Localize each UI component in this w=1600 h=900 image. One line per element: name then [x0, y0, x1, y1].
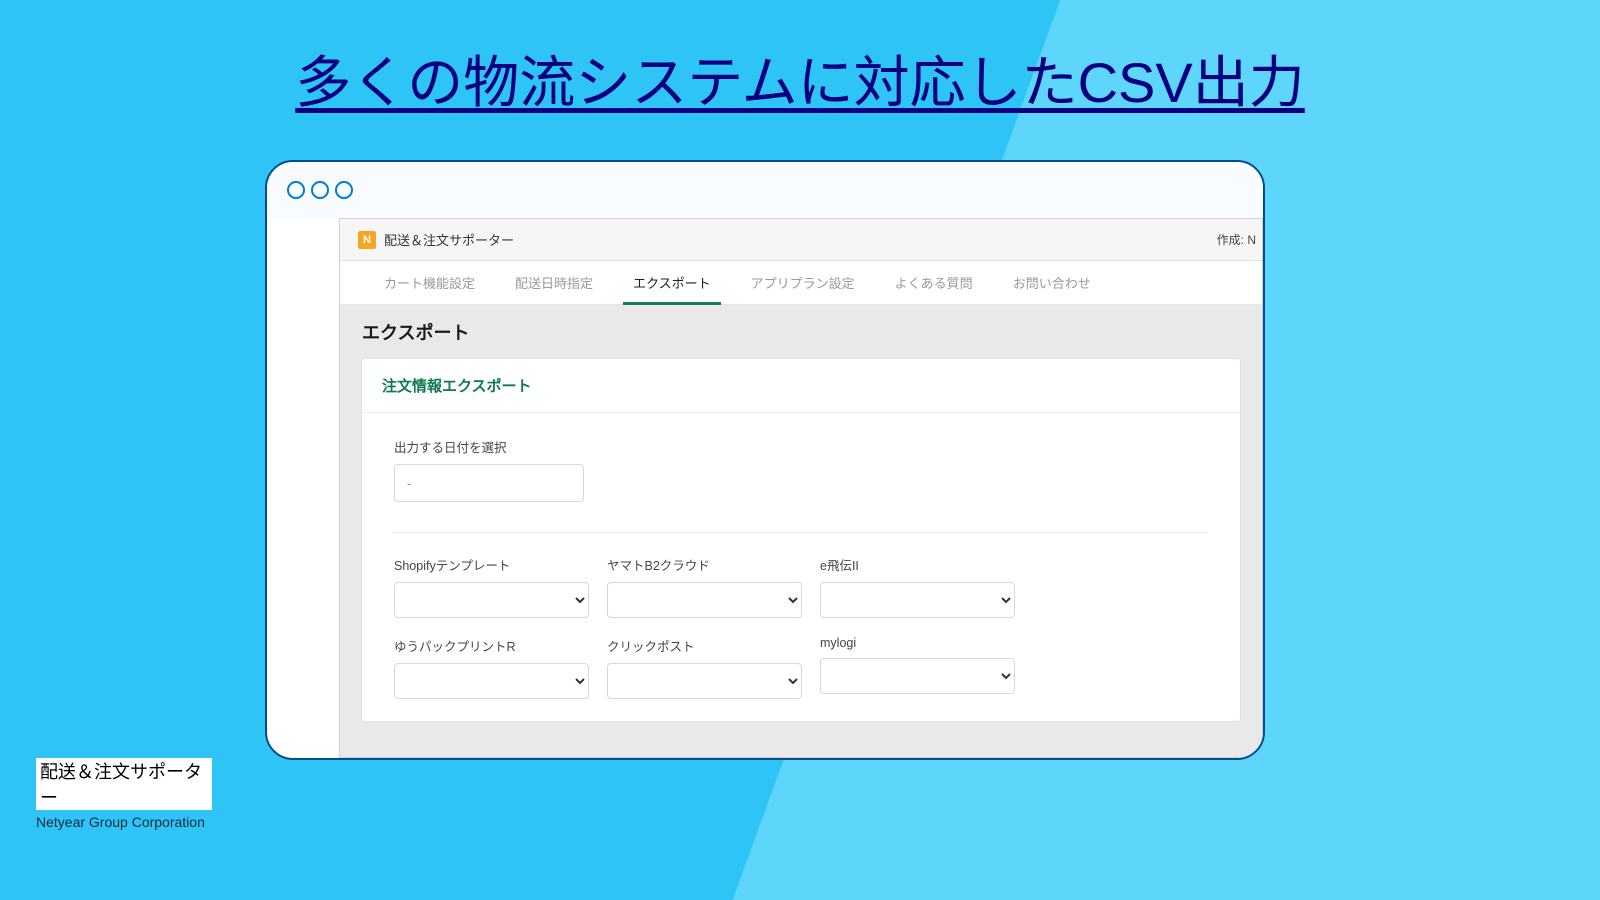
- tab-cart-settings[interactable]: カート機能設定: [380, 261, 479, 304]
- tab-bar: カート機能設定 配送日時指定 エクスポート アプリプラン設定 よくある質問 お問…: [340, 261, 1262, 305]
- app-name: 配送＆注文サポーター: [384, 230, 514, 249]
- page-title: 多くの物流システムに対応したCSV出力: [0, 38, 1600, 119]
- footer-company-name: Netyear Group Corporation: [36, 814, 226, 830]
- label-yupack: ゆうパックプリントR: [394, 636, 589, 655]
- select-yupack[interactable]: [394, 663, 589, 699]
- window-dot-icon: [287, 181, 305, 199]
- footer-product-name: 配送＆注文サポーター: [36, 758, 212, 810]
- export-card: 注文情報エクスポート 出力する日付を選択 - Shopifyテンプレート ヤマト…: [362, 359, 1240, 721]
- tab-export[interactable]: エクスポート: [629, 261, 715, 304]
- template-grid: Shopifyテンプレート ヤマトB2クラウド e飛伝II ゆうパックプリントR: [394, 555, 1208, 699]
- label-yamato: ヤマトB2クラウド: [607, 555, 802, 574]
- date-input[interactable]: -: [394, 464, 584, 502]
- tab-faq[interactable]: よくある質問: [891, 261, 977, 304]
- window-titlebar: [267, 162, 1263, 218]
- footer-brand: 配送＆注文サポーター Netyear Group Corporation: [36, 758, 226, 830]
- date-label: 出力する日付を選択: [394, 437, 1208, 456]
- label-clickpost: クリックポスト: [607, 636, 802, 655]
- tab-delivery-date[interactable]: 配送日時指定: [511, 261, 597, 304]
- label-shopify: Shopifyテンプレート: [394, 555, 589, 574]
- app-logo-icon: N: [358, 231, 376, 249]
- select-yamato[interactable]: [607, 582, 802, 618]
- page-heading: エクスポート: [340, 305, 1262, 359]
- app-frame: N 配送＆注文サポーター 作成: N カート機能設定 配送日時指定 エクスポート…: [339, 218, 1263, 758]
- select-clickpost[interactable]: [607, 663, 802, 699]
- card-body: 出力する日付を選択 - Shopifyテンプレート ヤマトB2クラウド e飛伝I…: [362, 413, 1240, 721]
- divider: [394, 532, 1208, 533]
- tab-contact[interactable]: お問い合わせ: [1009, 261, 1095, 304]
- select-shopify[interactable]: [394, 582, 589, 618]
- select-ehiden[interactable]: [820, 582, 1015, 618]
- select-mylogi[interactable]: [820, 658, 1015, 694]
- card-title: 注文情報エクスポート: [362, 359, 1240, 413]
- browser-window: N 配送＆注文サポーター 作成: N カート機能設定 配送日時指定 エクスポート…: [265, 160, 1265, 760]
- window-dot-icon: [311, 181, 329, 199]
- label-ehiden: e飛伝II: [820, 555, 1015, 574]
- creator-label: 作成: N: [1217, 231, 1256, 248]
- label-mylogi: mylogi: [820, 636, 1015, 650]
- window-dot-icon: [335, 181, 353, 199]
- app-header: N 配送＆注文サポーター 作成: N: [340, 219, 1262, 261]
- tab-plan-settings[interactable]: アプリプラン設定: [747, 261, 859, 304]
